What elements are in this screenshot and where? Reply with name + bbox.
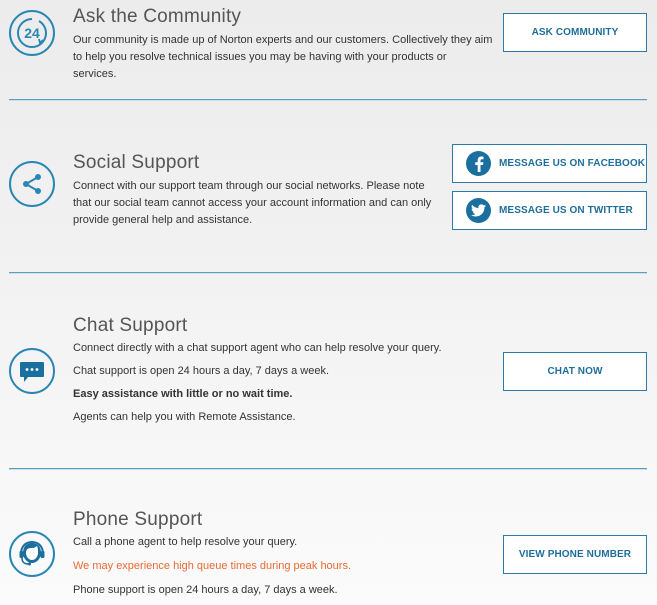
community-section: 24 Ask the Community Our community is ma… — [0, 0, 657, 100]
phone-title: Phone Support — [73, 509, 203, 530]
twitter-button-label: MESSAGE US ON TWITTER — [499, 205, 633, 216]
message-facebook-button[interactable]: MESSAGE US ON FACEBOOK — [452, 144, 647, 183]
chat-now-button[interactable]: CHAT NOW — [503, 352, 647, 391]
chat-line-remote: Agents can help you with Remote Assistan… — [73, 411, 296, 423]
phone-section: Phone Support Call a phone agent to help… — [0, 469, 657, 605]
chat-line-easy: Easy assistance with little or no wait t… — [73, 388, 293, 400]
phone-line-hours: Phone support is open 24 hours a day, 7 … — [73, 584, 338, 596]
ask-community-button[interactable]: ASK COMMUNITY — [503, 13, 647, 52]
chat-bubble-icon — [9, 348, 55, 394]
message-twitter-button[interactable]: MESSAGE US ON TWITTER — [452, 191, 647, 230]
chat-section: Chat Support Connect directly with a cha… — [0, 273, 657, 468]
24-hour-support-icon: 24 — [9, 10, 55, 56]
community-description: Our community is made up of Norton exper… — [73, 34, 493, 80]
phone-line-call: Call a phone agent to help resolve your … — [73, 536, 298, 548]
social-title: Social Support — [73, 152, 200, 173]
facebook-button-label: MESSAGE US ON FACEBOOK — [499, 158, 646, 169]
community-title: Ask the Community — [73, 6, 242, 27]
phone-line-queue-warning: We may experience high queue times durin… — [73, 560, 352, 572]
chat-title: Chat Support — [73, 315, 188, 336]
facebook-icon — [466, 151, 491, 176]
view-phone-number-button[interactable]: VIEW PHONE NUMBER — [503, 535, 647, 574]
social-description: Connect with our support team through ou… — [73, 180, 432, 226]
svg-text:24: 24 — [24, 25, 40, 41]
twitter-icon — [466, 198, 491, 223]
share-icon — [9, 161, 55, 207]
chat-line-hours: Chat support is open 24 hours a day, 7 d… — [73, 365, 330, 377]
social-section: Social Support Connect with our support … — [0, 100, 657, 272]
chat-line-connect: Connect directly with a chat support age… — [73, 342, 442, 354]
headset-agent-icon — [9, 531, 55, 577]
